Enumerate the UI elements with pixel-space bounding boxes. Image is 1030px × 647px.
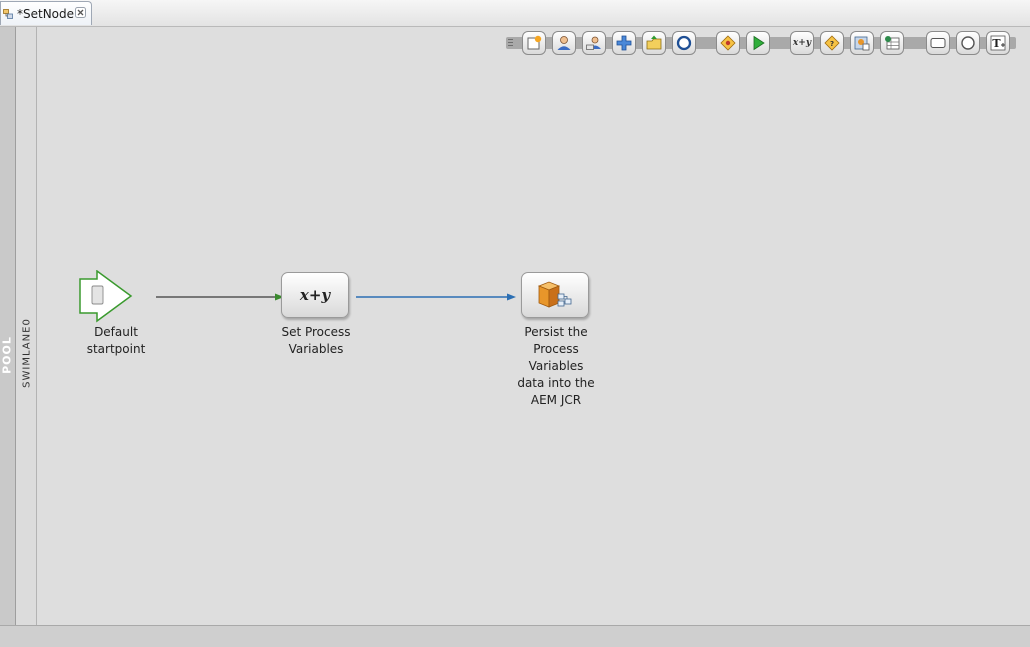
palette-open-folder-icon[interactable] (642, 31, 666, 55)
pool[interactable]: POOL (0, 27, 16, 625)
palette-start-icon[interactable] (746, 31, 770, 55)
start-point-label: Default startpoint (86, 325, 146, 356)
palette-user-icon[interactable] (552, 31, 576, 55)
tab-setnode[interactable]: *SetNode (0, 1, 92, 25)
start-point-node[interactable] (79, 270, 133, 324)
palette-decision-icon[interactable]: ? (820, 31, 844, 55)
process-icon (3, 9, 13, 19)
set-value-icon: x+y (299, 286, 331, 304)
persist-variables-label: Persist the Process Variables data into … (517, 325, 595, 407)
swimlane-label: SWIMLANE0 (21, 318, 33, 388)
palette-set-value-icon[interactable]: x+y (790, 31, 814, 55)
palette-gateway-icon[interactable] (716, 31, 740, 55)
set-variables-label: Set Process Variables (281, 325, 351, 356)
palette-end-event-icon[interactable] (672, 31, 696, 55)
pool-label: POOL (0, 336, 14, 374)
persist-variables-node[interactable] (521, 272, 589, 318)
palette-toolbar: x+y ? T (506, 31, 1016, 55)
editor-tab-bar: *SetNode (0, 0, 1030, 27)
horizontal-scrollbar[interactable] (0, 625, 1030, 647)
palette-invoke-service-icon[interactable] (850, 31, 874, 55)
palette-database-icon[interactable] (880, 31, 904, 55)
svg-text:T: T (992, 37, 1001, 50)
palette-text-icon[interactable]: T (986, 31, 1010, 55)
start-document-icon (91, 285, 104, 305)
close-icon[interactable] (75, 7, 86, 18)
set-value-text: x+y (792, 38, 812, 48)
palette-add-icon[interactable] (612, 31, 636, 55)
tab-title: *SetNode (17, 7, 75, 21)
palette-assign-user-icon[interactable] (582, 31, 606, 55)
palette-grip[interactable] (508, 39, 513, 48)
palette-new-task-icon[interactable] (522, 31, 546, 55)
palette-circle-icon[interactable] (956, 31, 980, 55)
swimlane[interactable]: SWIMLANE0 (16, 27, 37, 625)
invoke-service-icon (537, 281, 572, 308)
svg-text:?: ? (830, 40, 834, 48)
palette-rectangle-icon[interactable] (926, 31, 950, 55)
set-variables-node[interactable]: x+y (281, 272, 349, 318)
